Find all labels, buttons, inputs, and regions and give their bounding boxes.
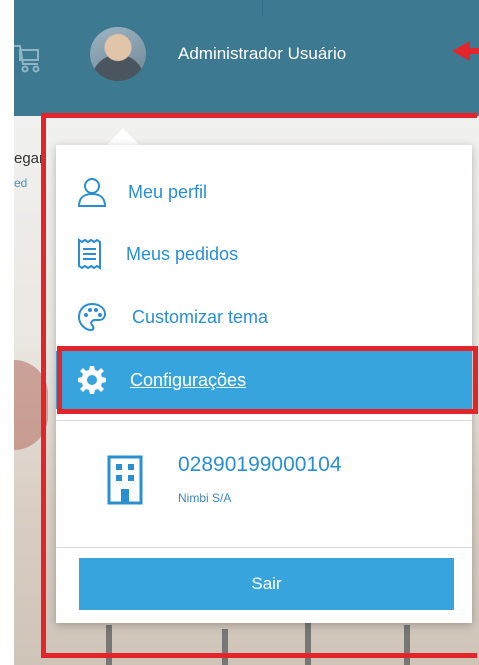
logout-button[interactable]: Sair	[79, 558, 454, 610]
annotation-arrow-icon	[452, 41, 479, 61]
menu-item-profile[interactable]: Meu perfil	[56, 163, 472, 221]
company-section[interactable]: 02890199000104 Nimbi S/A	[56, 420, 472, 548]
background-text: egar	[14, 150, 45, 167]
menu-item-label: Meus pedidos	[126, 243, 239, 264]
left-edge-strip	[0, 0, 14, 665]
menu-item-label: Customizar tema	[132, 306, 269, 327]
user-name[interactable]: Administrador Usuário	[178, 44, 346, 64]
building-icon	[107, 455, 143, 505]
palette-icon	[77, 302, 107, 332]
menu-item-label: Meu perfil	[128, 181, 208, 202]
screenshot-frame: egar ed Administrador Usuário Meu perfil	[0, 0, 479, 665]
background-link-text: ed	[14, 176, 28, 190]
user-icon	[77, 178, 107, 207]
menu-item-orders[interactable]: Meus pedidos	[56, 225, 472, 283]
company-cnpj: 02890199000104	[178, 453, 342, 476]
header-divider	[262, 0, 263, 16]
annotation-box-settings	[57, 346, 478, 414]
dropdown-caret	[106, 128, 140, 146]
company-name: Nimbi S/A	[178, 491, 232, 505]
menu-item-theme[interactable]: Customizar tema	[56, 288, 472, 346]
cart-icon[interactable]	[14, 40, 44, 74]
avatar[interactable]	[90, 27, 146, 81]
receipt-icon	[78, 238, 101, 270]
